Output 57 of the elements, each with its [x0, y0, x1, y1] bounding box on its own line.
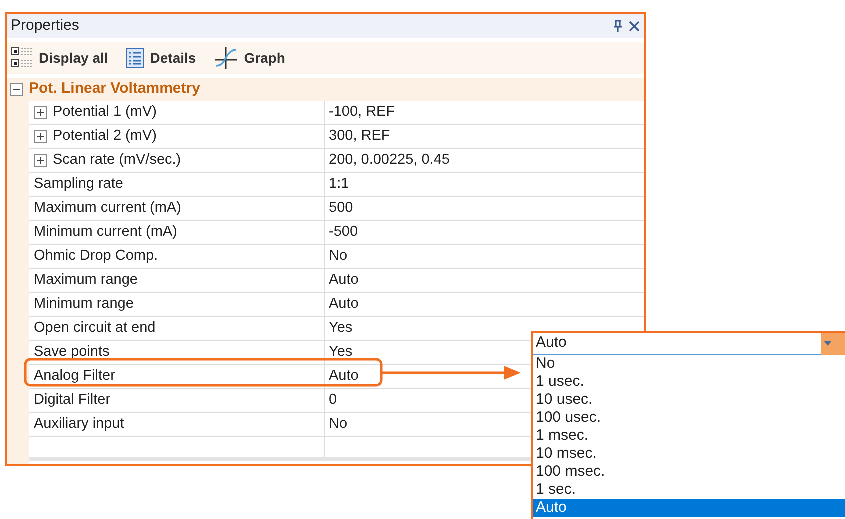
- group-header[interactable]: Pot. Linear Voltammetry: [7, 78, 644, 101]
- property-value[interactable]: 500: [329, 198, 354, 220]
- toolbar-button[interactable]: Graph: [214, 46, 286, 70]
- expand-icon[interactable]: [34, 130, 47, 143]
- property-value[interactable]: Auto: [329, 270, 359, 292]
- dropdown-option[interactable]: 1 sec.: [533, 481, 845, 499]
- dropdown-option[interactable]: 10 msec.: [533, 445, 845, 463]
- property-value[interactable]: 300, REF: [329, 126, 390, 148]
- toolbar-button[interactable]: Display all: [11, 47, 108, 69]
- property-value[interactable]: Auto: [329, 294, 359, 316]
- property-value[interactable]: No: [329, 246, 348, 268]
- property-value[interactable]: -100, REF: [329, 102, 396, 124]
- property-name: Scan rate (mV/sec.): [53, 150, 182, 170]
- property-name: Maximum current (mA): [34, 198, 182, 218]
- property-value[interactable]: 200, 0.00225, 0.45: [329, 150, 450, 172]
- graph-icon: [214, 46, 238, 70]
- dropdown-option[interactable]: 10 usec.: [533, 391, 845, 409]
- expand-icon[interactable]: [34, 154, 47, 167]
- property-value[interactable]: 1:1: [329, 174, 350, 196]
- property-name: Analog Filter: [34, 366, 116, 386]
- dropdown-option[interactable]: Auto: [533, 499, 845, 517]
- property-value[interactable]: Yes: [329, 318, 353, 340]
- combo-value: Auto: [535, 333, 568, 354]
- property-value[interactable]: 0: [329, 390, 338, 412]
- toolbar-button[interactable]: Details: [126, 48, 196, 68]
- pin-icon[interactable]: [613, 20, 623, 32]
- property-value[interactable]: Auto: [329, 366, 359, 388]
- dropdown-option[interactable]: 100 usec.: [533, 409, 845, 427]
- property-name: Minimum current (mA): [34, 222, 178, 242]
- property-name: Minimum range: [34, 294, 134, 314]
- caret-icon: [824, 341, 832, 346]
- table-icon: [126, 48, 144, 68]
- expand-icon[interactable]: [34, 106, 47, 119]
- property-name: Auxiliary input: [34, 414, 124, 434]
- list-icon: [11, 47, 33, 69]
- dropdown-option[interactable]: 100 msec.: [533, 463, 845, 481]
- property-name: Ohmic Drop Comp.: [34, 246, 158, 266]
- dropdown-option[interactable]: No: [533, 355, 845, 373]
- dropdown-button[interactable]: [821, 333, 845, 354]
- collapse-icon[interactable]: [10, 83, 23, 96]
- dropdown[interactable]: Auto No 1 usec. 10 usec. 100 usec. 1 msec. 10 msec. 100 msec. 1 sec. Auto: [531, 331, 845, 519]
- dropdown-option[interactable]: 1 usec.: [533, 373, 845, 391]
- property-name: Save points: [34, 342, 110, 362]
- panel-title: Properties: [11, 16, 80, 36]
- property-name: Sampling rate: [34, 174, 124, 194]
- property-value[interactable]: Yes: [329, 342, 353, 364]
- property-name: Digital Filter: [34, 390, 111, 410]
- property-value[interactable]: No: [329, 414, 348, 436]
- property-name: Maximum range: [34, 270, 138, 290]
- group-title: Pot. Linear Voltammetry: [29, 79, 200, 100]
- close-icon[interactable]: [629, 20, 640, 32]
- property-name: Open circuit at end: [34, 318, 156, 338]
- dropdown-option[interactable]: 1 msec.: [533, 427, 845, 445]
- combo-box[interactable]: Auto: [533, 333, 845, 355]
- property-value[interactable]: -500: [329, 222, 358, 244]
- property-name: Potential 2 (mV): [53, 126, 157, 146]
- property-name: Potential 1 (mV): [53, 102, 157, 122]
